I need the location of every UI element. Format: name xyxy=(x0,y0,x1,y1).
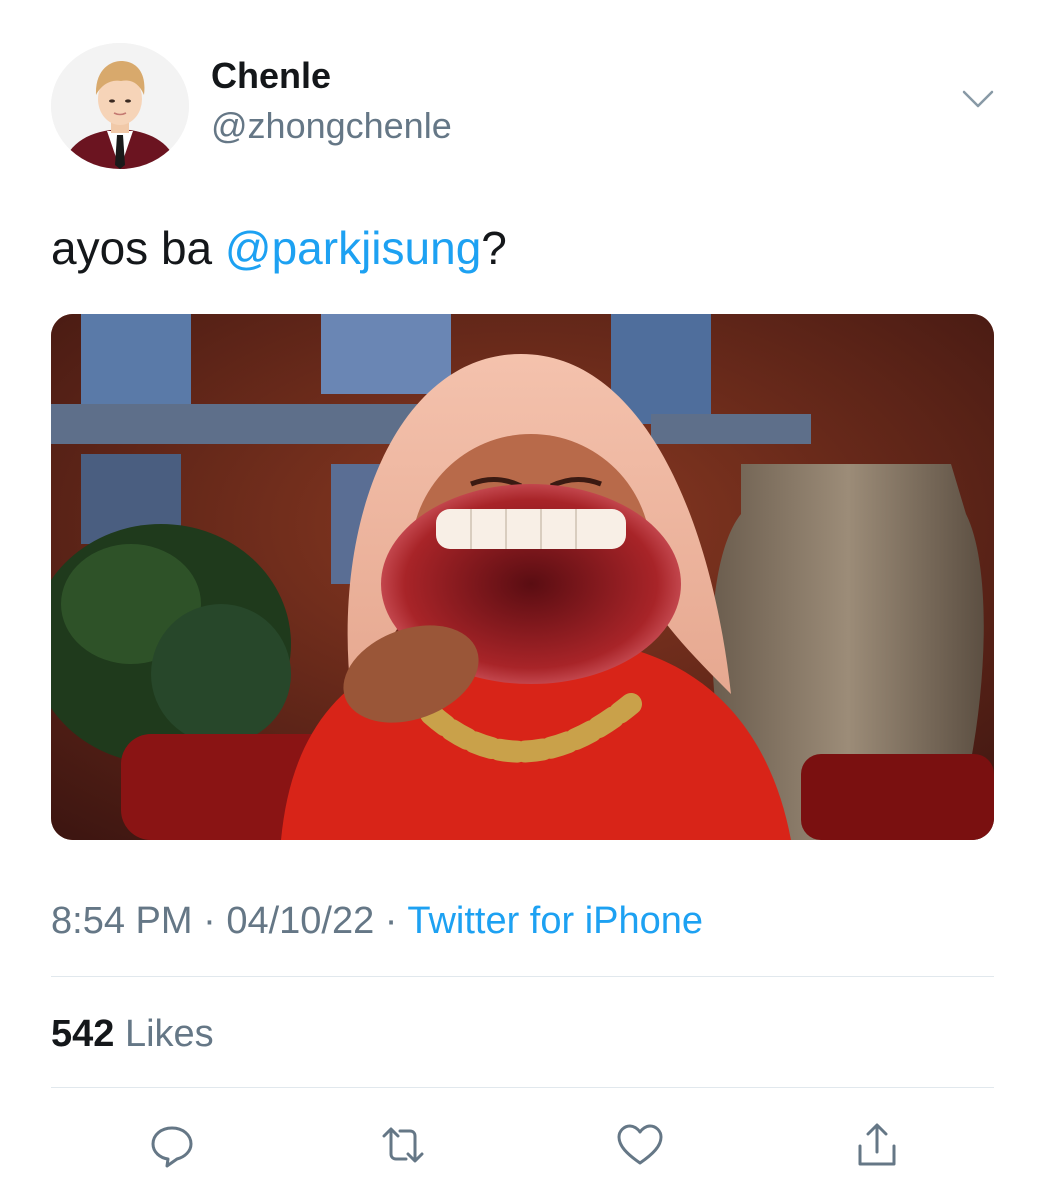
tweet-time[interactable]: 8:54 PM xyxy=(51,900,193,942)
author-handle[interactable]: @zhongchenle xyxy=(211,105,452,147)
author-display-name[interactable]: Chenle xyxy=(211,55,331,97)
meta-separator: · xyxy=(374,900,408,942)
avatar[interactable] xyxy=(51,43,189,169)
tweet-media-image[interactable] xyxy=(51,314,994,840)
meta-separator: · xyxy=(192,900,227,942)
media-picture xyxy=(51,314,994,840)
share-icon xyxy=(858,1123,896,1166)
reply-icon xyxy=(151,1126,193,1168)
divider xyxy=(51,1087,994,1088)
tweet-text-prefix: ayos ba xyxy=(51,222,225,274)
likes-count[interactable]: 542 Likes xyxy=(51,1010,214,1058)
likes-label: Likes xyxy=(114,1013,214,1055)
tweet-meta: 8:54 PM · 04/10/22 · Twitter for iPhone xyxy=(51,896,703,946)
tweet-text: ayos ba @parkjisung? xyxy=(51,220,507,276)
retweet-button[interactable] xyxy=(378,1120,428,1170)
avatar-image xyxy=(51,43,189,169)
heart-icon xyxy=(617,1124,663,1165)
tweet-date[interactable]: 04/10/22 xyxy=(226,900,374,942)
mention-link[interactable]: @parkjisung xyxy=(225,222,481,274)
share-button[interactable] xyxy=(852,1120,902,1170)
chevron-down-icon[interactable] xyxy=(958,84,998,114)
reply-button[interactable] xyxy=(147,1120,197,1170)
tweet-source-link[interactable]: Twitter for iPhone xyxy=(407,900,703,942)
divider xyxy=(51,976,994,977)
retweet-icon xyxy=(382,1127,424,1163)
like-button[interactable] xyxy=(615,1120,665,1170)
likes-number: 542 xyxy=(51,1013,115,1055)
tweet-text-suffix: ? xyxy=(481,222,507,274)
